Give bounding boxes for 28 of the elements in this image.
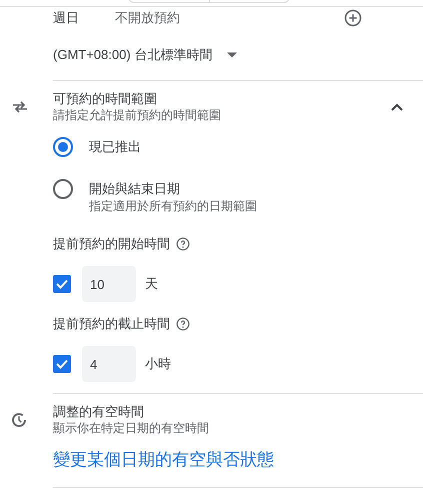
swap-arrows-icon <box>12 101 28 113</box>
section-subtitle: 顯示你在特定日期的有空時間 <box>53 420 209 437</box>
caret-icon <box>227 52 238 58</box>
radio-label: 現已推出 <box>89 138 141 156</box>
checkbox[interactable] <box>53 355 71 373</box>
field-label: 提前預約的截止時間 <box>53 315 170 334</box>
number-field[interactable]: 10 <box>82 266 136 302</box>
change-availability-link[interactable]: 變更某個日期的有空與否狀態 <box>53 450 274 469</box>
availability-status: 不開放預約 <box>115 9 180 28</box>
section-subtitle: 請指定允許提前預約的時間範圍 <box>53 107 221 124</box>
help-icon[interactable] <box>176 317 190 331</box>
checkbox[interactable] <box>53 275 71 293</box>
unit-label: 天 <box>145 275 158 294</box>
field-label: 提前預約的開始時間 <box>53 235 170 254</box>
radio-button[interactable] <box>53 179 73 199</box>
radio-button[interactable] <box>53 137 73 157</box>
chevron-up-icon[interactable] <box>391 103 403 111</box>
weekday-label: 週日 <box>53 9 80 28</box>
help-icon[interactable] <box>176 237 190 251</box>
radio-description: 指定適用於所有預約的日期範圍 <box>89 199 257 214</box>
unit-label: 小時 <box>145 355 171 374</box>
timezone-dropdown[interactable]: (GMT+08:00) 台北標準時間 <box>53 45 238 65</box>
history-clock-icon <box>10 411 28 429</box>
section-title: 調整的有空時間 <box>53 403 145 420</box>
section-title: 可預約的時間範圍 <box>53 90 158 107</box>
radio-label: 開始與結束日期 <box>89 180 181 198</box>
number-field[interactable]: 4 <box>82 346 136 382</box>
add-icon[interactable] <box>344 9 362 27</box>
